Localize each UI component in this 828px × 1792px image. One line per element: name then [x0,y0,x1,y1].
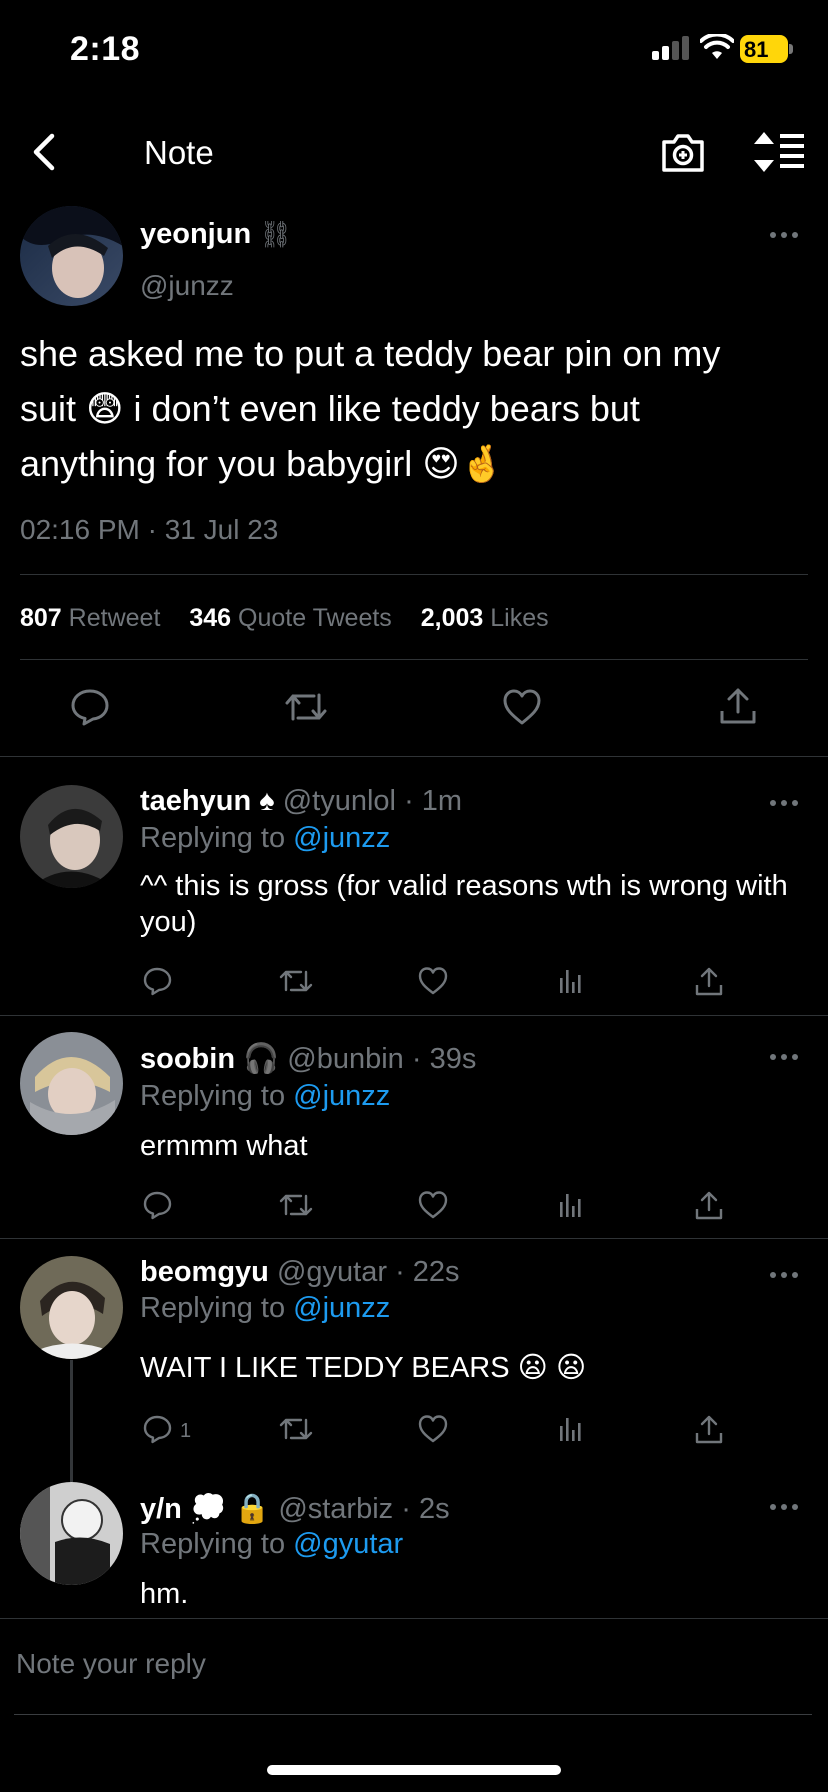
retweet-icon[interactable] [284,688,328,726]
author-handle[interactable]: @junzz [140,270,234,302]
replying-to: Replying to @junzz [140,1080,391,1112]
reply-input[interactable]: Note your reply [16,1648,206,1680]
more-icon[interactable] [770,1050,804,1064]
reply-time: · 1m [404,785,463,817]
share-icon[interactable] [718,686,758,726]
mention-link[interactable]: @junzz [293,1080,390,1112]
reply-text: ^^ this is gross (for valid reasons wth … [140,870,788,938]
views-icon[interactable] [556,966,590,998]
share-icon[interactable] [694,1190,728,1222]
divider [0,1618,828,1619]
reply-time: · 39s [411,1043,477,1075]
author-handle[interactable]: @tyunlol [283,785,396,817]
headphones-badge: 🎧 [243,1043,280,1075]
retweet-icon[interactable] [279,966,313,998]
share-icon[interactable] [694,966,728,998]
replying-to: Replying to @junzz [140,822,391,854]
reply-header: taehyun ♠ @tyunlol · 1m [140,785,462,818]
camera-icon[interactable] [660,130,706,174]
author-name[interactable]: soobin [140,1043,235,1075]
reply-icon[interactable] [142,1414,176,1446]
share-icon[interactable] [694,1414,728,1446]
like-icon[interactable] [418,1190,452,1222]
battery-icon: 81 [740,35,793,63]
retweet-icon[interactable] [279,1190,313,1222]
sort-icon[interactable] [752,130,806,174]
reply-time: · 2s [401,1493,450,1525]
avatar[interactable] [20,1032,123,1135]
reply-header: soobin 🎧 @bunbin · 39s [140,1042,476,1076]
reply-text: hm. [140,1578,189,1610]
back-arrow-icon[interactable] [22,128,70,176]
thread-line [70,1360,73,1482]
more-icon[interactable] [770,1500,804,1514]
author-handle[interactable]: @starbiz [278,1493,393,1525]
signal-icon [652,36,690,60]
replying-to: Replying to @gyutar [140,1528,404,1560]
retweet-count[interactable]: 807 Retweet [20,604,160,632]
top-nav-bar: Note [0,110,828,194]
reply-header: beomgyu @gyutar · 22s [140,1256,460,1289]
reply-icon[interactable] [142,966,176,998]
reply-icon[interactable] [142,1190,176,1222]
page-title: Note [144,134,214,171]
mention-link[interactable]: @junzz [293,1292,390,1324]
avatar[interactable] [20,206,123,306]
like-icon[interactable] [418,966,452,998]
reply-header: y/n 💭 🔒 @starbiz · 2s [140,1492,450,1526]
wifi-icon [700,34,734,59]
author-name[interactable]: beomgyu [140,1256,269,1288]
chain-emoji: ⛓ [259,219,293,249]
tweet-stats: 807 Retweet 346 Quote Tweets 2,003 Likes [20,604,549,633]
views-icon[interactable] [556,1190,590,1222]
divider [0,756,828,757]
author-handle[interactable]: @gyutar [277,1256,387,1288]
spade-badge: ♠ [259,785,275,817]
status-bar: 2:18 81 [0,0,828,100]
status-time: 2:18 [70,30,141,68]
reply-time: · 22s [395,1256,460,1288]
avatar[interactable] [20,1256,123,1359]
avatar[interactable] [20,1482,123,1585]
battery-percentage: 81 [744,37,769,62]
views-icon[interactable] [556,1414,590,1446]
divider [20,574,808,575]
divider [14,1714,812,1715]
author-handle[interactable]: @bunbin [287,1043,404,1075]
avatar[interactable] [20,785,123,888]
tweet-timestamp: 02:16 PM · 31 Jul 23 [20,514,279,545]
divider [0,1015,828,1016]
like-icon[interactable] [502,688,542,726]
author-name[interactable]: y/n [140,1493,182,1525]
tweet-text: she asked me to put a teddy bear pin on … [20,333,721,484]
retweet-icon[interactable] [279,1414,313,1446]
author-name[interactable]: yeonjun ⛓ [140,218,292,251]
home-indicator [267,1765,561,1775]
replying-to: Replying to @junzz [140,1292,391,1324]
more-icon[interactable] [770,1268,804,1282]
mention-link[interactable]: @gyutar [293,1528,403,1560]
badge-emoji: 💭 🔒 [189,1493,271,1525]
reply-text: ermmm what [140,1130,308,1162]
more-icon[interactable] [770,228,804,242]
mention-link[interactable]: @junzz [293,822,390,854]
more-icon[interactable] [770,796,804,810]
author-name[interactable]: taehyun [140,785,251,817]
like-count[interactable]: 2,003 Likes [421,604,549,632]
divider [0,1238,828,1239]
like-icon[interactable] [418,1414,452,1446]
reply-icon[interactable] [70,688,110,726]
reply-text: WAIT I LIKE TEDDY BEARS 😦 😦 [140,1352,587,1384]
quote-count[interactable]: 346 Quote Tweets [189,604,391,632]
divider [20,659,808,660]
reply-count: 1 [180,1420,192,1442]
